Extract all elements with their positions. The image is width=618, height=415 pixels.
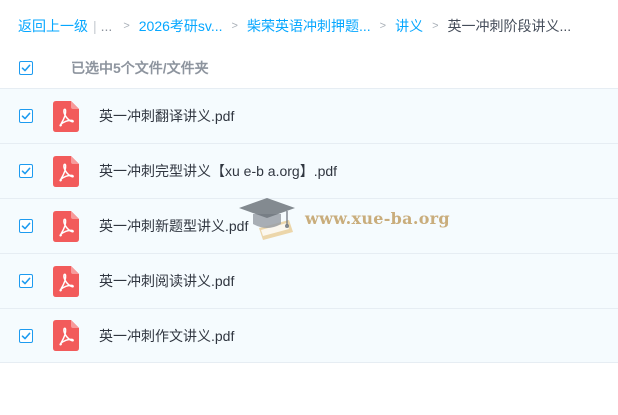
breadcrumb-current: 英一冲刺阶段讲义... bbox=[447, 18, 572, 34]
select-all-checkbox[interactable] bbox=[19, 61, 33, 75]
file-row[interactable]: 英一冲刺阅读讲义.pdf bbox=[0, 253, 618, 308]
breadcrumb-separator: > bbox=[432, 20, 439, 32]
pdf-file-icon bbox=[53, 320, 79, 351]
breadcrumb-separator: > bbox=[231, 20, 238, 32]
checkmark-icon bbox=[21, 112, 31, 120]
file-row[interactable]: 英一冲刺翻译讲义.pdf bbox=[0, 88, 618, 143]
file-name[interactable]: 英一冲刺新题型讲义.pdf bbox=[99, 216, 248, 236]
file-name[interactable]: 英一冲刺翻译讲义.pdf bbox=[99, 106, 234, 126]
pdf-file-icon bbox=[53, 100, 79, 132]
file-checkbox[interactable] bbox=[19, 219, 33, 233]
breadcrumb-separator: > bbox=[379, 20, 387, 32]
checkmark-icon bbox=[21, 167, 31, 175]
selection-count-text: 已选中5个文件/文件夹 bbox=[71, 60, 209, 76]
checkmark-icon bbox=[21, 332, 31, 339]
checkmark-icon bbox=[21, 64, 31, 72]
checkmark-icon bbox=[21, 277, 31, 285]
file-list: 英一冲刺翻译讲义.pdf 英一冲刺完型讲义【xu e-b a.org】.pdf bbox=[0, 88, 618, 363]
pdf-file-icon bbox=[53, 210, 79, 242]
file-row[interactable]: 英一冲刺新题型讲义.pdf bbox=[0, 198, 618, 253]
file-checkbox[interactable] bbox=[19, 164, 33, 178]
breadcrumb-item[interactable]: 柴荣英语冲刺押题... bbox=[247, 16, 371, 36]
selection-header: 已选中5个文件/文件夹 bbox=[0, 54, 618, 82]
pdf-file-icon bbox=[53, 265, 79, 297]
file-name[interactable]: 英一冲刺作文讲义.pdf bbox=[99, 326, 234, 346]
back-link[interactable]: 返回上一级 bbox=[18, 16, 88, 36]
file-checkbox[interactable] bbox=[19, 328, 33, 343]
checkmark-icon bbox=[21, 222, 31, 230]
pdf-file-icon bbox=[53, 155, 79, 187]
breadcrumb-ellipsis[interactable]: ... bbox=[101, 18, 113, 34]
breadcrumb: 返回上一级 | ... > 2026考研sv... > 柴荣英语冲刺押题... … bbox=[18, 15, 571, 37]
file-row[interactable]: 英一冲刺完型讲义【xu e-b a.org】.pdf bbox=[0, 143, 618, 198]
file-checkbox[interactable] bbox=[19, 274, 33, 288]
breadcrumb-separator: > bbox=[123, 20, 130, 32]
file-name[interactable]: 英一冲刺阅读讲义.pdf bbox=[99, 271, 234, 291]
file-row[interactable]: 英一冲刺作文讲义.pdf bbox=[0, 308, 618, 363]
file-checkbox[interactable] bbox=[19, 109, 33, 123]
breadcrumb-divider: | bbox=[93, 18, 97, 34]
file-browser: 返回上一级 | ... > 2026考研sv... > 柴荣英语冲刺押题... … bbox=[0, 0, 618, 415]
file-name[interactable]: 英一冲刺完型讲义【xu e-b a.org】.pdf bbox=[99, 161, 337, 181]
breadcrumb-item[interactable]: 2026考研sv... bbox=[139, 16, 223, 36]
breadcrumb-item[interactable]: 讲义 bbox=[395, 16, 423, 36]
